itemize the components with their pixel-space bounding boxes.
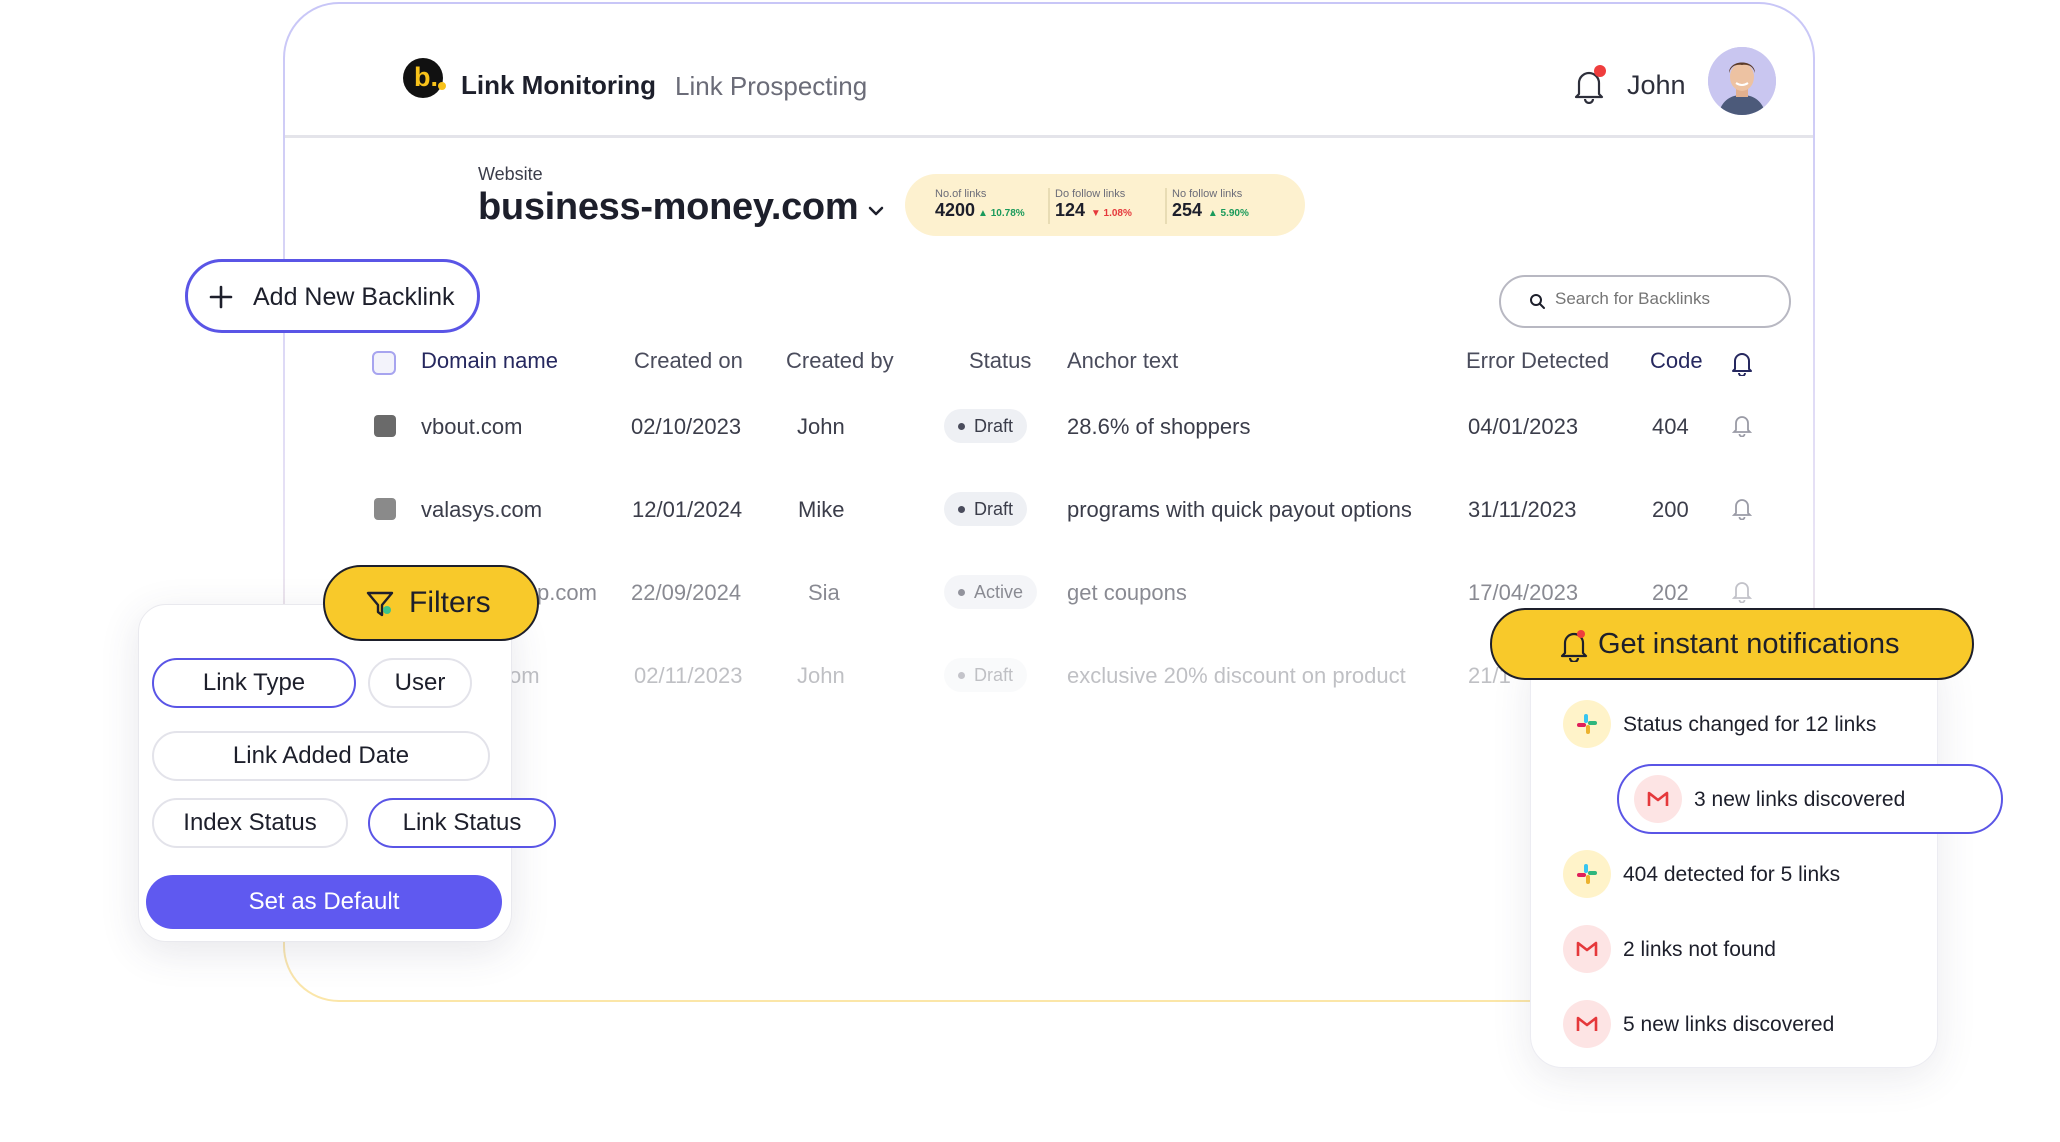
stat-label: No follow links (1172, 188, 1243, 200)
cell-domain[interactable]: vbout.com (421, 414, 523, 440)
col-status[interactable]: Status (969, 348, 1031, 374)
user-name[interactable]: John (1627, 70, 1686, 101)
status-badge: Draft (944, 492, 1028, 526)
cell-code: 202 (1652, 580, 1689, 605)
set-as-default-button[interactable]: Set as Default (146, 875, 502, 929)
notification-text: 5 new links discovered (1623, 1013, 1835, 1036)
filter-icon (366, 591, 394, 617)
col-error-detected[interactable]: Error Detected (1466, 348, 1609, 374)
nav-link-monitoring[interactable]: Link Monitoring (461, 70, 656, 101)
app-logo[interactable]: b. (403, 58, 446, 98)
cell-domain[interactable]: valasys.com (421, 497, 542, 523)
plus-icon (209, 285, 233, 309)
cell-anchor-text: programs with quick payout options (1067, 497, 1412, 522)
cell-created-by: Mike (798, 497, 845, 522)
link-stats-bar: No.of links 4200 ▲ 10.78% Do follow links… (905, 174, 1305, 236)
cell-anchor-text: 28.6% of shoppers (1067, 414, 1251, 439)
notification-text: 3 new links discovered (1694, 788, 1906, 811)
stat-divider (1048, 188, 1050, 224)
bell-icon[interactable] (1732, 496, 1752, 520)
filter-chip-index-status[interactable]: Index Status (152, 798, 348, 848)
cell-domain[interactable]: p.com (537, 580, 597, 606)
filters-button[interactable]: Filters (323, 565, 539, 641)
cell-code: 200 (1652, 497, 1689, 522)
table-row[interactable]: vbout.com 02/10/2023 John Draft 28.6% of… (0, 408, 2060, 458)
cell-anchor-text: get coupons (1067, 580, 1187, 605)
cell-created-by: John (797, 663, 845, 688)
row-checkbox[interactable] (374, 415, 396, 437)
header-divider (285, 135, 1813, 138)
col-created-on[interactable]: Created on (634, 348, 743, 374)
stat-change: 5.90% (1220, 208, 1249, 219)
chevron-down-icon[interactable] (865, 202, 887, 220)
notification-text: 2 links not found (1623, 938, 1776, 961)
cell-code: 404 (1652, 414, 1689, 439)
stat-change-down: ▼ 1.08% (1088, 208, 1132, 219)
bell-icon[interactable] (1732, 579, 1752, 603)
nav-link-prospecting[interactable]: Link Prospecting (675, 71, 867, 102)
add-backlink-button[interactable]: Add New Backlink (185, 259, 480, 333)
search-icon (1530, 294, 1545, 309)
stat-change-up: ▲ 5.90% (1205, 208, 1249, 219)
status-badge: Draft (944, 409, 1028, 443)
cell-domain[interactable]: om (509, 663, 540, 689)
select-all-checkbox[interactable] (372, 351, 396, 375)
website-selector[interactable]: business-money.com (478, 186, 859, 229)
status-badge: Draft (944, 658, 1028, 692)
cell-created-on: 22/09/2024 (631, 580, 742, 605)
cell-created-on: 02/11/2023 (634, 663, 743, 688)
slack-icon (1563, 850, 1611, 898)
stat-change: 1.08% (1103, 208, 1132, 219)
col-code[interactable]: Code (1650, 348, 1703, 374)
get-notifications-button[interactable]: Get instant notifications (1490, 608, 1974, 680)
filter-chip-user[interactable]: User (368, 658, 472, 708)
gmail-icon (1563, 925, 1611, 973)
cell-error-detected: 04/01/2023 (1468, 414, 1579, 439)
filter-chip-link-added-date[interactable]: Link Added Date (152, 731, 490, 781)
notification-dot (1594, 65, 1606, 77)
stat-total-links: No.of links 4200 ▲ 10.78% (935, 188, 1025, 221)
cell-created-by: John (797, 414, 845, 439)
cell-error-detected: 31/11/2023 (1468, 497, 1577, 522)
cell-error-detected: 17/04/2023 (1468, 580, 1579, 605)
bell-icon[interactable] (1731, 350, 1753, 376)
add-backlink-label: Add New Backlink (253, 283, 455, 311)
col-domain-name[interactable]: Domain name (421, 348, 558, 374)
stat-divider (1165, 188, 1167, 224)
logo-letter: b. (414, 62, 438, 92)
filter-chip-link-status[interactable]: Link Status (368, 798, 556, 848)
stat-value: 4200 (935, 200, 976, 220)
table-row[interactable]: valasys.com 12/01/2024 Mike Draft progra… (0, 491, 2060, 541)
stat-change-up: ▲ 10.78% (978, 208, 1025, 219)
row-checkbox[interactable] (374, 498, 396, 520)
stat-value: 124 (1055, 200, 1086, 220)
cell-anchor-text: exclusive 20% discount on product (1067, 663, 1406, 688)
notification-text: 404 detected for 5 links (1623, 863, 1841, 886)
gmail-icon (1563, 1000, 1611, 1048)
notification-text: Status changed for 12 links (1623, 713, 1877, 736)
status-badge: Active (944, 575, 1038, 609)
get-notifications-label: Get instant notifications (1598, 628, 1900, 660)
gmail-icon (1634, 775, 1682, 823)
stat-value: 254 (1172, 200, 1203, 220)
search-input[interactable] (1555, 289, 1775, 309)
col-created-by[interactable]: Created by (786, 348, 894, 374)
stat-nofollow-links: No follow links 254 ▲ 5.90% (1172, 188, 1249, 221)
stat-dofollow-links: Do follow links 124 ▼ 1.08% (1055, 188, 1132, 221)
col-anchor-text[interactable]: Anchor text (1067, 348, 1178, 374)
filters-label: Filters (409, 586, 491, 619)
website-label: Website (478, 164, 543, 184)
bell-icon (1560, 630, 1588, 662)
slack-icon (1563, 700, 1611, 748)
stat-label: No.of links (935, 188, 987, 200)
stat-label: Do follow links (1055, 188, 1126, 200)
filter-chip-link-type[interactable]: Link Type (152, 658, 356, 708)
cell-created-on: 02/10/2023 (631, 414, 742, 439)
cell-created-by: Sia (808, 580, 840, 605)
search-backlinks[interactable] (1499, 275, 1791, 328)
user-avatar[interactable] (1708, 47, 1776, 115)
cell-created-on: 12/01/2024 (632, 497, 743, 522)
stat-change: 10.78% (990, 208, 1025, 219)
bell-icon[interactable] (1732, 413, 1752, 437)
